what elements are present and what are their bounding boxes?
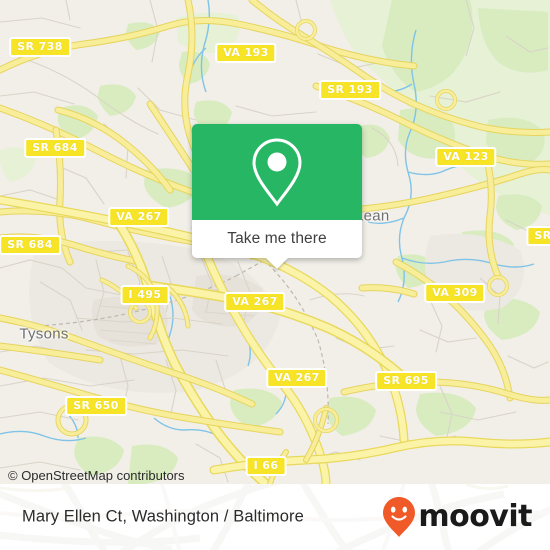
road-shield: I 495	[120, 285, 170, 305]
road-shield: SR 684	[0, 235, 61, 255]
place-label-tysons: Tysons	[19, 325, 69, 343]
road-shield: SR 193	[319, 80, 381, 100]
card-pointer-triangle	[266, 258, 288, 269]
location-pin-icon	[252, 138, 302, 207]
road-shield: SR 650	[65, 396, 127, 416]
road-shield: VA 309	[424, 283, 486, 303]
road-shield: VA 193	[215, 43, 277, 63]
moovit-wordmark: moovit	[418, 499, 532, 534]
osm-attribution[interactable]: © OpenStreetMap contributors	[8, 468, 185, 483]
footer-bar: Mary Ellen Ct, Washington / Baltimore mo…	[0, 484, 550, 550]
road-shield: VA 123	[435, 147, 497, 167]
road-shield: SR	[526, 226, 550, 246]
moovit-smiley-pin-icon	[383, 497, 416, 537]
road-shield: VA 267	[224, 292, 286, 312]
road-shield: VA 267	[108, 207, 170, 227]
road-shield: SR 684	[24, 138, 86, 158]
card-pin-area	[192, 124, 362, 220]
road-shield: SR 738	[9, 37, 71, 57]
take-me-there-card[interactable]: Take me there	[192, 124, 362, 269]
road-shield: I 66	[245, 456, 287, 476]
road-shield: SR 695	[375, 371, 437, 391]
map-screenshot: .pk { fill:#d8ecc0; } .pk2 { fill:#e6f1d…	[0, 0, 550, 550]
location-title: Mary Ellen Ct, Washington / Baltimore	[22, 507, 304, 526]
map-canvas[interactable]: .pk { fill:#d8ecc0; } .pk2 { fill:#e6f1d…	[0, 0, 550, 484]
road-shield: VA 267	[266, 368, 328, 388]
moovit-logo[interactable]: moovit	[382, 496, 532, 538]
take-me-there-label: Take me there	[227, 230, 327, 247]
card-action-bar[interactable]: Take me there	[192, 220, 362, 269]
